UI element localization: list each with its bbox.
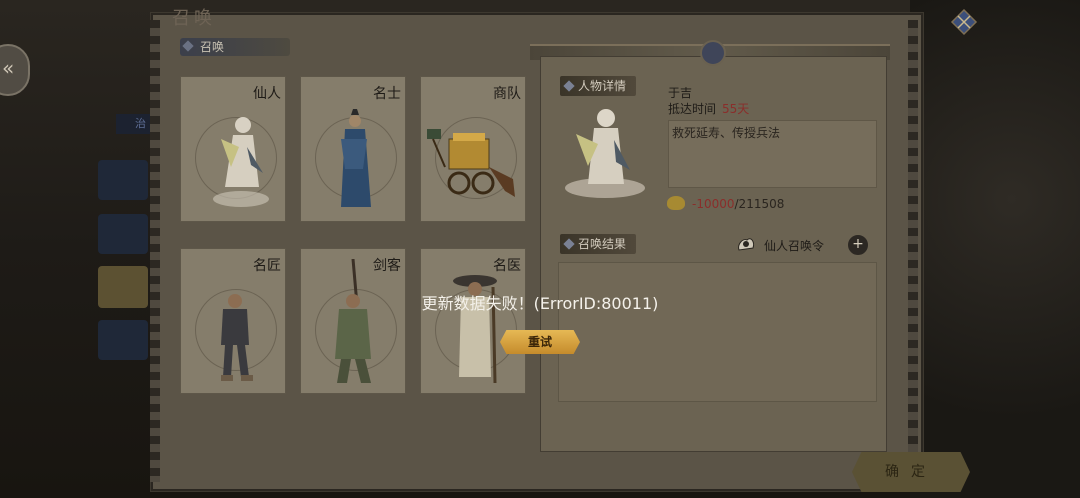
- summon-token-label: 仙人召唤令: [764, 239, 825, 253]
- summon-tab[interactable]: 召唤: [180, 38, 290, 56]
- immortal-figure-icon: [213, 117, 269, 207]
- arrival-time: 抵达时间 55天: [668, 100, 749, 117]
- swordsman-figure-icon: [335, 259, 371, 383]
- results-box: [558, 262, 877, 402]
- summon-token-icon: [738, 238, 754, 251]
- panel-border-left: [150, 20, 160, 482]
- card-immortal[interactable]: 仙人: [180, 76, 286, 222]
- scroll-knot-icon: [700, 40, 726, 66]
- retry-button[interactable]: 重试: [500, 330, 580, 354]
- card-caravan[interactable]: 商队: [420, 76, 526, 222]
- character-description: 救死延寿、传授兵法: [672, 126, 781, 140]
- arrival-label: 抵达时间: [668, 102, 717, 116]
- card-scholar[interactable]: 名士: [300, 76, 406, 222]
- gold-ingot-icon: [667, 196, 685, 210]
- results-header: 召唤结果: [560, 234, 637, 254]
- doctor-figure-icon: [453, 275, 497, 384]
- card-craftsman[interactable]: 名匠: [180, 248, 286, 394]
- character-name: 于吉: [668, 86, 693, 100]
- detail-header: 人物详情: [560, 76, 637, 96]
- panel-border-right: [908, 20, 918, 482]
- detail-header-label: 人物详情: [578, 79, 627, 93]
- immortal-portrait-icon: [565, 109, 645, 198]
- cost-display: -10000/211508: [692, 197, 784, 211]
- side-category-label[interactable]: 治: [116, 114, 150, 134]
- side-tab-1[interactable]: [98, 160, 148, 200]
- card-label: 仙人: [253, 86, 281, 102]
- add-token-button[interactable]: +: [847, 234, 869, 256]
- map-kite-icon[interactable]: [950, 8, 978, 36]
- results-header-label: 召唤结果: [578, 237, 627, 251]
- summon-tab-label: 召唤: [200, 40, 225, 54]
- card-doctor[interactable]: 名医: [420, 248, 526, 394]
- error-message: 更新数据失败！(ErrorID:80011): [421, 294, 659, 313]
- chevron-left-icon: «: [2, 56, 15, 80]
- side-tab-2[interactable]: [98, 214, 148, 254]
- arrival-days: 55天: [722, 102, 750, 116]
- caravan-cart-icon: [427, 129, 515, 197]
- scholar-figure-icon: [341, 109, 371, 207]
- cost-total: /211508: [734, 197, 785, 211]
- background-scenery: [910, 0, 1080, 498]
- card-label: 商队: [493, 86, 521, 102]
- cost-amount: -10000: [692, 197, 735, 211]
- panel-title: 召唤: [172, 8, 216, 29]
- card-label: 名士: [373, 86, 401, 102]
- card-label: 名匠: [253, 258, 281, 274]
- card-swordsman[interactable]: 剑客: [300, 248, 406, 394]
- diamond-icon: [563, 80, 575, 92]
- confirm-button[interactable]: 确定: [852, 452, 970, 492]
- side-tab-4[interactable]: [98, 320, 148, 360]
- diamond-icon: [563, 238, 575, 250]
